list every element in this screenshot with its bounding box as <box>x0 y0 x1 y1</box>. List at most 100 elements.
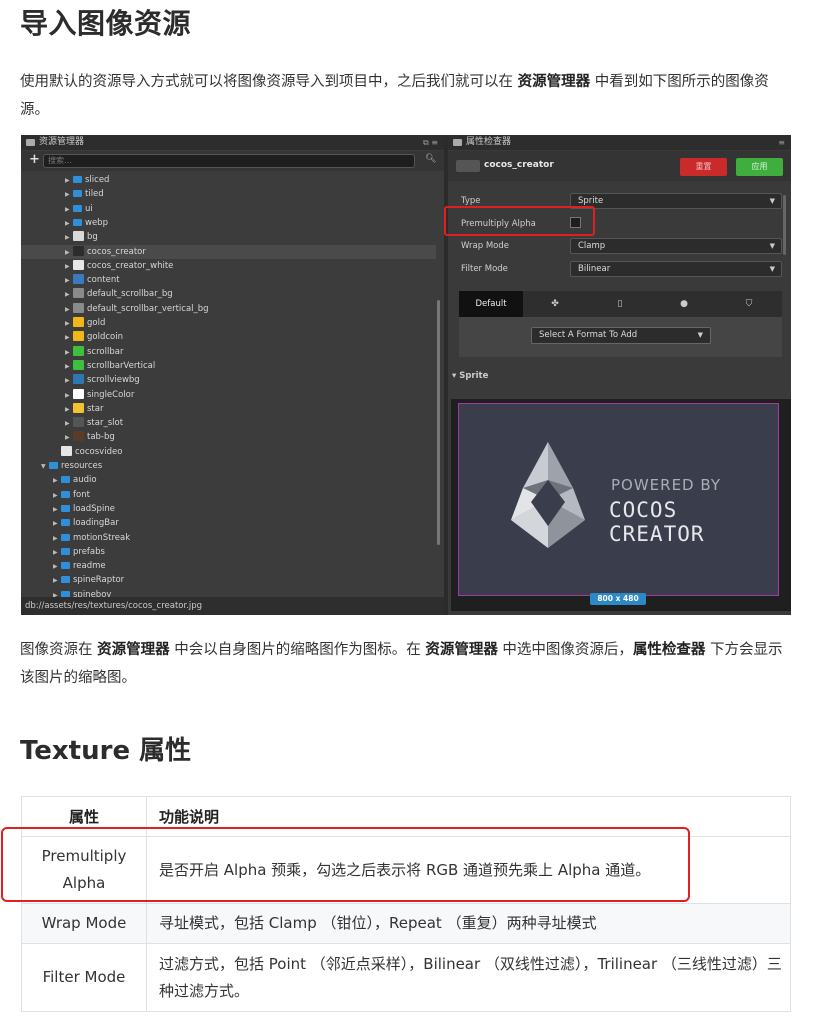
asset-tree-item-label: scrollviewbg <box>87 375 140 386</box>
chevron-right-icon[interactable]: ▶ <box>53 474 61 488</box>
asset-tree-item[interactable]: ▶ webp <box>21 216 436 230</box>
chevron-right-icon[interactable]: ▶ <box>65 217 73 231</box>
asset-tree-item[interactable]: ▶ scrollbarVertical <box>21 359 436 373</box>
asset-tree-item[interactable]: ▶ gold <box>21 316 436 330</box>
type-select[interactable]: Sprite ▼ <box>570 193 782 209</box>
asset-tree-item[interactable]: ▶ prefabs <box>21 545 436 559</box>
asset-tree-item[interactable]: ▶ star <box>21 402 436 416</box>
chevron-right-icon[interactable]: ▶ <box>65 174 73 188</box>
android-icon[interactable]: ✤ <box>549 298 561 310</box>
asset-tree-item-label: star_slot <box>87 418 124 429</box>
chevron-right-icon[interactable]: ▶ <box>65 231 73 245</box>
asset-tree-item[interactable]: ▶ scrollviewbg <box>21 373 436 387</box>
wrap-mode-select[interactable]: Clamp ▼ <box>570 238 782 254</box>
wechat-icon[interactable]: ● <box>678 298 690 310</box>
chevron-right-icon[interactable]: ▶ <box>53 503 61 517</box>
asset-tree-item[interactable]: ▶ readme <box>21 559 436 573</box>
asset-tree-item-label: tab-bg <box>87 432 115 443</box>
platform-settings: Default ✤ ▯ ● ⛉ Select A Format To Add ▼ <box>459 291 782 357</box>
chevron-right-icon[interactable]: ▶ <box>53 560 61 574</box>
chevron-right-icon[interactable]: ▶ <box>65 317 73 331</box>
asset-tree-item[interactable]: ▶ spineRaptor <box>21 573 436 587</box>
asset-tree-item[interactable]: ▶ default_scrollbar_bg <box>21 287 436 301</box>
asset-tree-item-label: tiled <box>85 189 104 200</box>
asset-tree-item[interactable]: cocosvideo <box>21 445 436 459</box>
chevron-right-icon[interactable]: ▶ <box>65 417 73 431</box>
filter-mode-select[interactable]: Bilinear ▼ <box>570 261 782 277</box>
inspector-header: cocos_creator 重置 应用 <box>448 151 791 181</box>
chevron-right-icon[interactable]: ▶ <box>65 303 73 317</box>
asset-tree-item-label: audio <box>73 475 97 486</box>
chevron-right-icon[interactable]: ▶ <box>53 546 61 560</box>
texture-properties-heading: Texture 属性 <box>20 736 192 766</box>
assets-panel-titlebar: 资源管理器 ⧉ ≡ <box>21 135 444 150</box>
preview-cocos-creator: COCOS CREATOR <box>609 498 705 546</box>
asset-tree-item[interactable]: ▶ cocos_creator_white <box>21 259 436 273</box>
assets-status-path: db://assets/res/textures/cocos_creator.j… <box>21 597 444 615</box>
asset-tree-item-label: star <box>87 403 104 414</box>
tab-default[interactable]: Default <box>459 291 523 317</box>
asset-tree-item[interactable]: ▶ audio <box>21 473 436 487</box>
asset-tree-item[interactable]: ▶ goldcoin <box>21 330 436 344</box>
chevron-right-icon[interactable]: ▶ <box>65 331 73 345</box>
assets-search-input[interactable]: 搜索... <box>43 154 415 168</box>
table-cell-description: 寻址模式，包括 Clamp （钳位），Repeat （重复）两种寻址模式 <box>146 903 791 944</box>
format-select[interactable]: Select A Format To Add ▼ <box>531 327 711 344</box>
assets-search-row: + 搜索... 🔍︎ <box>21 151 444 171</box>
asset-tree-item[interactable]: ▶ loadSpine <box>21 502 436 516</box>
folder-icon <box>73 218 82 226</box>
asset-tree-item[interactable]: ▶ singleColor <box>21 388 436 402</box>
chevron-right-icon[interactable]: ▶ <box>65 260 73 274</box>
apply-button[interactable]: 应用 <box>736 158 783 176</box>
asset-tree-item[interactable]: ▶ ui <box>21 202 436 216</box>
chevron-right-icon[interactable]: ▶ <box>53 574 61 588</box>
asset-tree-item[interactable]: ▶ motionStreak <box>21 531 436 545</box>
asset-tree-item-label: bg <box>87 232 98 243</box>
platform-tabs: Default ✤ ▯ ● ⛉ <box>459 291 782 317</box>
asset-tree-item[interactable]: ▶ tab-bg <box>21 430 436 444</box>
chevron-right-icon[interactable]: ▶ <box>53 532 61 546</box>
chevron-right-icon[interactable]: ▶ <box>53 517 61 531</box>
asset-tree-item[interactable]: ▶ sliced <box>21 173 436 187</box>
asset-tree-item[interactable]: ▶ font <box>21 488 436 502</box>
chevron-right-icon[interactable]: ▶ <box>65 288 73 302</box>
assets-scrollbar[interactable] <box>437 300 440 545</box>
asset-tree-item-label: loadSpine <box>73 503 115 514</box>
sprite-section-header[interactable]: ▾ Sprite <box>452 371 488 381</box>
asset-manager-term: 资源管理器 <box>517 74 591 90</box>
panel-menu-icon[interactable]: ≡ <box>778 135 785 150</box>
panel-window-buttons-icon[interactable]: ⧉ ≡ <box>423 135 438 150</box>
add-asset-icon[interactable]: + <box>29 152 40 167</box>
ios-icon[interactable]: ▯ <box>614 298 626 310</box>
chevron-right-icon[interactable]: ▶ <box>65 188 73 202</box>
folder-icon <box>61 490 70 498</box>
chevron-right-icon[interactable]: ▶ <box>65 389 73 403</box>
folder-icon <box>61 504 70 512</box>
asset-tree-item[interactable]: ▶ bg <box>21 230 436 244</box>
asset-tree-item[interactable]: ▶ cocos_creator <box>21 244 436 260</box>
chevron-right-icon[interactable]: ▶ <box>65 203 73 217</box>
chevron-right-icon[interactable]: ▶ <box>65 246 73 260</box>
chevron-right-icon[interactable]: ▶ <box>65 374 73 388</box>
asset-tree-item[interactable]: ▶ scrollbar <box>21 345 436 359</box>
chevron-down-icon: ▼ <box>697 331 703 339</box>
chevron-right-icon[interactable]: ▶ <box>65 346 73 360</box>
prop-label-wrap-mode: Wrap Mode <box>461 241 509 251</box>
chevron-right-icon[interactable]: ▶ <box>65 431 73 445</box>
revert-button[interactable]: 重置 <box>680 158 727 176</box>
asset-tree-item[interactable]: ▶ content <box>21 273 436 287</box>
chevron-down-icon[interactable]: ▼ <box>41 460 49 474</box>
html5-icon[interactable]: ⛉ <box>743 298 755 310</box>
asset-tree-item[interactable]: ▶ default_scrollbar_vertical_bg <box>21 302 436 316</box>
chevron-right-icon[interactable]: ▶ <box>53 489 61 503</box>
inspector-scrollbar[interactable] <box>783 195 786 255</box>
chevron-right-icon[interactable]: ▶ <box>65 360 73 374</box>
asset-tree-item[interactable]: ▼ resources <box>21 459 436 473</box>
chevron-right-icon[interactable]: ▶ <box>65 403 73 417</box>
asset-tree-item[interactable]: ▶ tiled <box>21 187 436 201</box>
chevron-right-icon[interactable]: ▶ <box>65 274 73 288</box>
search-icon[interactable]: 🔍︎ <box>425 154 436 164</box>
table-cell-property: Filter Mode <box>21 943 147 1012</box>
asset-tree-item[interactable]: ▶ star_slot <box>21 416 436 430</box>
asset-tree-item[interactable]: ▶ loadingBar <box>21 516 436 530</box>
